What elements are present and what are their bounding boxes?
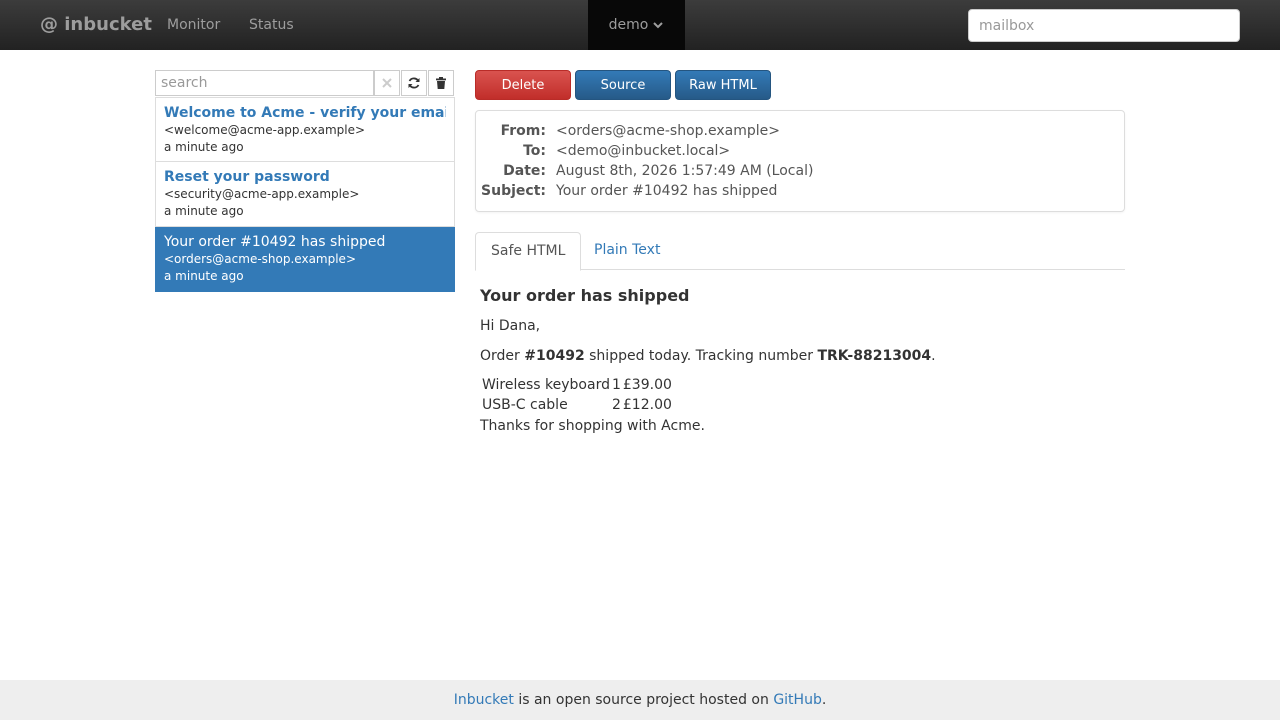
trash-icon — [436, 77, 446, 89]
message-from: <security@acme-app.example> — [164, 187, 360, 201]
email-heading: Your order has shipped — [480, 286, 690, 305]
nav-status-link[interactable]: Status — [249, 0, 294, 50]
body-tabs: Safe HTML Plain Text — [475, 232, 1125, 271]
tracking-number: TRK-88213004 — [817, 348, 932, 364]
footer: Inbucket is an open source project hoste… — [0, 680, 1280, 720]
nav-monitor-link[interactable]: Monitor — [167, 0, 220, 50]
message-date: a minute ago — [164, 140, 244, 154]
github-link[interactable]: GitHub — [773, 692, 822, 708]
footer-text: is an open source project hosted on — [513, 692, 774, 708]
clear-search-button[interactable] — [374, 70, 400, 96]
table-row: Wireless keyboard 1 £39.00 — [482, 376, 672, 394]
message-list: Welcome to Acme - verify your email <wel… — [155, 97, 455, 292]
from-value: <orders@acme-shop.example> — [556, 123, 780, 139]
order-middle: shipped today. Tracking number — [584, 348, 818, 364]
subject-value: Your order #10492 has shipped — [556, 183, 778, 199]
email-thanks: Thanks for shopping with Acme. — [480, 418, 705, 434]
source-button[interactable]: Source — [575, 70, 671, 100]
subject-label: Subject: — [481, 183, 546, 199]
mailbox-input[interactable] — [968, 9, 1240, 42]
raw-html-button[interactable]: Raw HTML — [675, 70, 771, 100]
purge-mailbox-button[interactable] — [428, 70, 454, 96]
message-date: a minute ago — [164, 204, 244, 218]
navbar: @ inbucket Monitor Status demo — [0, 0, 1280, 50]
date-value: August 8th, 2026 1:57:49 AM (Local) — [556, 163, 814, 179]
refresh-icon — [408, 77, 420, 89]
mailbox-dropdown[interactable]: demo — [588, 0, 685, 50]
message-list-item[interactable]: Reset your password <security@acme-app.e… — [155, 162, 455, 227]
order-items-table: Wireless keyboard 1 £39.00 USB-C cable 2… — [480, 374, 674, 416]
header-date-row: Date: August 8th, 2026 1:57:49 AM (Local… — [476, 161, 1124, 181]
header-to-row: To: <demo@inbucket.local> — [476, 141, 1124, 161]
item-name: Wireless keyboard — [482, 377, 610, 393]
tab-safe-html[interactable]: Safe HTML — [475, 232, 582, 271]
inbucket-link[interactable]: Inbucket — [454, 692, 514, 708]
email-order-line: Order #10492 shipped today. Tracking num… — [480, 346, 1120, 366]
message-subject: Reset your password — [164, 169, 330, 185]
message-list-item[interactable]: Welcome to Acme - verify your email <wel… — [155, 97, 455, 162]
order-prefix: Order — [480, 348, 525, 364]
from-label: From: — [500, 123, 546, 139]
date-label: Date: — [503, 163, 546, 179]
mailbox-dropdown-label: demo — [608, 17, 649, 33]
close-icon — [382, 78, 392, 88]
item-qty: 2 — [611, 397, 621, 413]
message-from: <welcome@acme-app.example> — [164, 123, 366, 137]
footer-suffix: . — [821, 692, 827, 708]
search-input[interactable] — [155, 70, 374, 96]
refresh-button[interactable] — [401, 70, 427, 96]
tab-plain-text[interactable]: Plain Text — [579, 232, 675, 270]
chevron-down-icon — [653, 22, 664, 29]
item-price: £39.00 — [622, 377, 672, 393]
brand-logo[interactable]: @ inbucket — [40, 0, 152, 50]
table-row: USB-C cable 2 £12.00 — [482, 396, 672, 414]
to-value: <demo@inbucket.local> — [556, 143, 731, 159]
header-subject-row: Subject: Your order #10492 has shipped — [476, 181, 1124, 201]
order-suffix: . — [931, 348, 936, 364]
message-subject: Your order #10492 has shipped — [164, 234, 386, 250]
item-qty: 1 — [611, 377, 621, 393]
to-label: To: — [523, 143, 546, 159]
item-name: USB-C cable — [482, 397, 568, 413]
message-list-item-selected[interactable]: Your order #10492 has shipped <orders@ac… — [155, 227, 455, 292]
message-body: Your order has shipped Hi Dana, Order #1… — [480, 284, 1120, 436]
order-number: #10492 — [524, 348, 585, 364]
message-date: a minute ago — [164, 269, 244, 283]
message-header: From: <orders@acme-shop.example> To: <de… — [475, 110, 1125, 212]
item-price: £12.00 — [622, 397, 672, 413]
message-from: <orders@acme-shop.example> — [164, 252, 356, 266]
delete-button[interactable]: Delete — [475, 70, 571, 100]
email-greeting: Hi Dana, — [480, 318, 541, 334]
message-subject: Welcome to Acme - verify your email — [164, 105, 446, 121]
header-from-row: From: <orders@acme-shop.example> — [476, 121, 1124, 141]
